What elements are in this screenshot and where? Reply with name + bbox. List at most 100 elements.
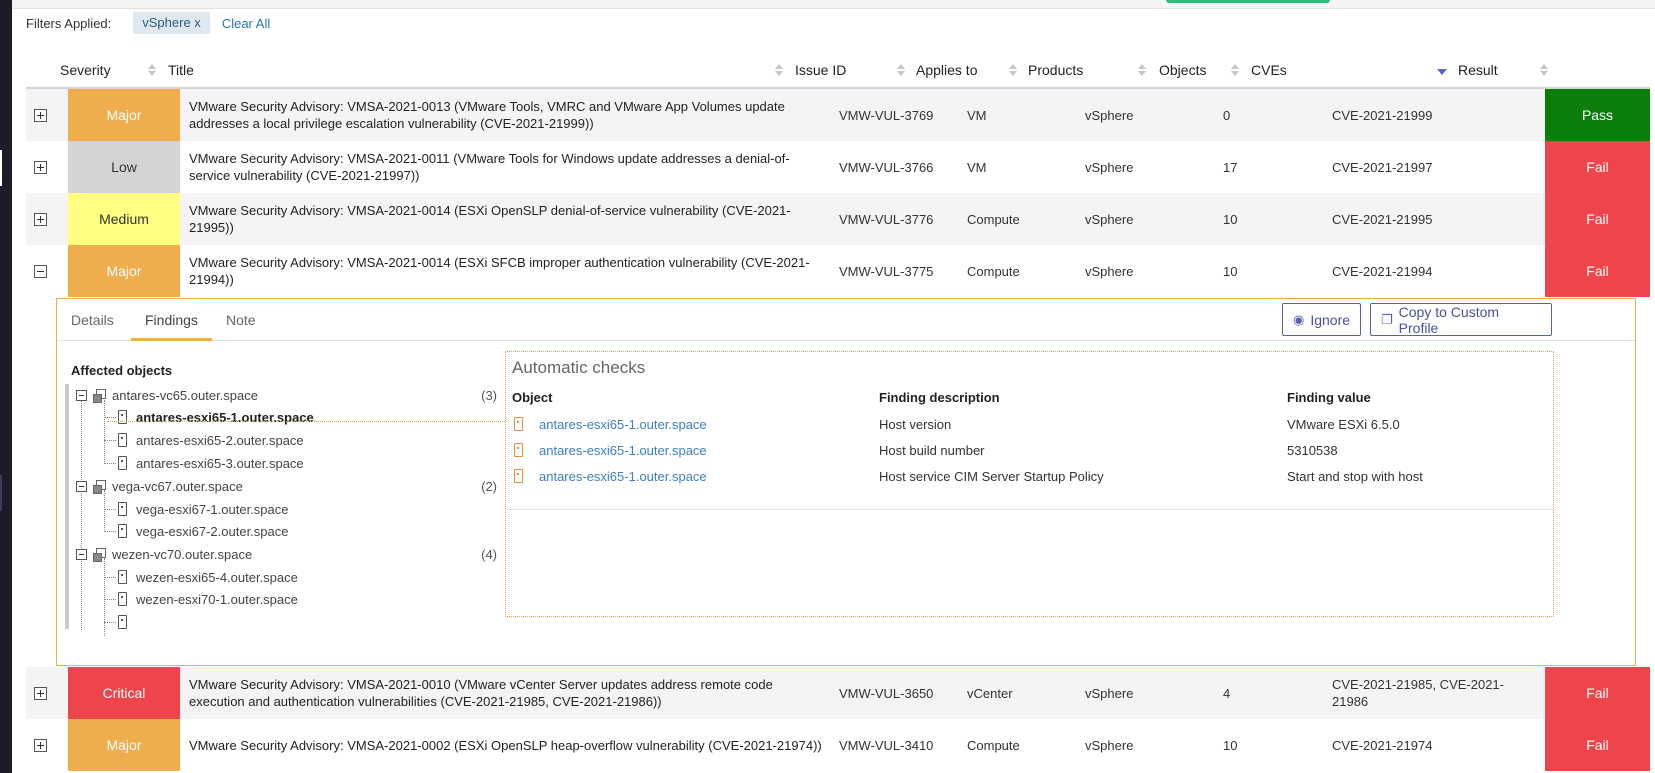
- check-object-link[interactable]: antares-esxi65-1.outer.space: [514, 443, 707, 458]
- tree-node-vcenter[interactable]: wezen-vc70.outer.space (4): [76, 543, 501, 565]
- collapse-minus-icon[interactable]: [34, 264, 47, 278]
- col-header-result[interactable]: Result: [1458, 52, 1498, 89]
- host-icon: [514, 417, 523, 431]
- col-header-applies-to[interactable]: Applies to: [916, 52, 977, 89]
- detail-tabs: Details Findings Note ◉ Ignore ❐ Copy to…: [57, 299, 1635, 341]
- tree-node-host-selected[interactable]: antares-esxi65-1.outer.space: [104, 406, 314, 428]
- tree-node-host[interactable]: vega-esxi67-2.outer.space: [104, 520, 288, 542]
- expand-plus-icon[interactable]: [34, 686, 47, 700]
- ignore-button[interactable]: ◉ Ignore: [1282, 303, 1361, 336]
- expand-toggle[interactable]: [26, 667, 55, 719]
- tree-node-label: antares-esxi65-1.outer.space: [136, 409, 314, 425]
- tree-scrollbar[interactable]: [65, 384, 69, 629]
- check-object-link[interactable]: antares-esxi65-1.outer.space: [514, 417, 707, 432]
- copy-icon: ❐: [1381, 311, 1393, 327]
- cves: CVE-2021-21995: [1332, 211, 1433, 227]
- filter-chip-vsphere[interactable]: vSphere x: [133, 12, 210, 34]
- tree-collapse-icon[interactable]: [76, 548, 87, 560]
- host-icon: [118, 433, 127, 447]
- col-header-objects[interactable]: Objects: [1159, 52, 1206, 89]
- products: vSphere: [1085, 737, 1134, 753]
- issue-id: VMW-VUL-3650: [839, 685, 934, 701]
- tab-findings[interactable]: Findings: [131, 299, 212, 341]
- table-row[interactable]: Critical VMware Security Advisory: VMSA-…: [26, 667, 1650, 719]
- objects-count: 10: [1223, 211, 1238, 227]
- expand-toggle[interactable]: [26, 719, 55, 771]
- tab-note[interactable]: Note: [226, 299, 256, 341]
- expand-toggle[interactable]: [26, 89, 55, 141]
- tree-node-host[interactable]: vega-esxi67-1.outer.space: [104, 498, 288, 520]
- sort-icon[interactable]: [1138, 64, 1146, 77]
- host-icon: [514, 443, 523, 457]
- sort-icon[interactable]: [1009, 64, 1017, 77]
- issue-title: VMware Security Advisory: VMSA-2021-0011…: [189, 151, 790, 183]
- col-header-severity[interactable]: Severity: [60, 52, 111, 89]
- objects-count: 4: [1223, 685, 1231, 701]
- col-header-title[interactable]: Title: [168, 52, 194, 89]
- applies-to: VM: [967, 159, 987, 175]
- sort-icon[interactable]: [897, 64, 905, 77]
- table-row-expanded[interactable]: Major VMware Security Advisory: VMSA-202…: [26, 245, 1650, 297]
- expand-plus-icon[interactable]: [34, 738, 47, 752]
- sort-icon[interactable]: [775, 64, 783, 77]
- left-nav-strip: [0, 0, 12, 773]
- cves: CVE-2021-21994: [1332, 263, 1433, 279]
- result-badge: Fail: [1545, 245, 1650, 297]
- host-icon: [118, 570, 127, 584]
- tree-node-label: vega-esxi67-2.outer.space: [136, 523, 289, 539]
- issues-table: Severity Title Issue ID Applies to Produ…: [26, 52, 1650, 771]
- tree-node-host[interactable]: antares-esxi65-2.outer.space: [104, 429, 304, 451]
- tree-collapse-icon[interactable]: [76, 389, 87, 401]
- sort-icon[interactable]: [148, 64, 156, 77]
- host-icon: [514, 469, 523, 483]
- expand-plus-icon[interactable]: [34, 212, 47, 226]
- table-row[interactable]: Medium VMware Security Advisory: VMSA-20…: [26, 193, 1650, 245]
- expand-plus-icon[interactable]: [34, 108, 47, 122]
- tree-node-host-clipped[interactable]: [104, 611, 136, 633]
- collapse-toggle[interactable]: [26, 245, 55, 297]
- top-action-button-edge[interactable]: [1166, 0, 1330, 3]
- check-row: antares-esxi65-1.outer.space Host build …: [506, 437, 1553, 463]
- finding-description: Host build number: [879, 442, 985, 458]
- check-object-label[interactable]: antares-esxi65-1.outer.space: [539, 469, 707, 484]
- result-badge: Fail: [1545, 193, 1650, 245]
- tree-connector: [104, 508, 116, 510]
- objects-count: 0: [1223, 107, 1231, 123]
- col-header-finding-description: Finding description: [879, 390, 1000, 405]
- check-object-label[interactable]: antares-esxi65-1.outer.space: [539, 417, 707, 432]
- tree-collapse-icon[interactable]: [76, 480, 87, 492]
- tree-node-host[interactable]: wezen-esxi65-4.outer.space: [104, 566, 298, 588]
- tree-connector: [104, 416, 116, 418]
- vcenter-icon: [93, 479, 106, 494]
- applies-to: vCenter: [967, 685, 1013, 701]
- expand-toggle[interactable]: [26, 141, 55, 193]
- table-row[interactable]: Major VMware Security Advisory: VMSA-202…: [26, 89, 1650, 141]
- check-object-link[interactable]: antares-esxi65-1.outer.space: [514, 469, 707, 484]
- check-object-label[interactable]: antares-esxi65-1.outer.space: [539, 443, 707, 458]
- clear-all-link[interactable]: Clear All: [222, 16, 270, 31]
- tab-details[interactable]: Details: [71, 299, 114, 341]
- col-header-products[interactable]: Products: [1028, 52, 1083, 89]
- products: vSphere: [1085, 107, 1134, 123]
- tree-node-vcenter[interactable]: antares-vc65.outer.space (3): [76, 384, 501, 406]
- tree-node-vcenter[interactable]: vega-vc67.outer.space (2): [76, 475, 501, 497]
- tree-node-host[interactable]: antares-esxi65-3.outer.space: [104, 452, 304, 474]
- col-header-finding-value: Finding value: [1287, 390, 1371, 405]
- severity-badge: Major: [68, 245, 180, 297]
- tree-node-host[interactable]: wezen-esxi70-1.outer.space: [104, 588, 298, 610]
- table-row[interactable]: Major VMware Security Advisory: VMSA-202…: [26, 719, 1650, 771]
- check-row: antares-esxi65-1.outer.space Host versio…: [506, 411, 1553, 437]
- expand-toggle[interactable]: [26, 193, 55, 245]
- applies-to: VM: [967, 107, 987, 123]
- expand-plus-icon[interactable]: [34, 160, 47, 174]
- copy-to-custom-profile-button[interactable]: ❐ Copy to Custom Profile: [1370, 303, 1552, 336]
- eye-slash-icon: ◉: [1293, 311, 1305, 327]
- issue-title: VMware Security Advisory: VMSA-2021-0014…: [189, 255, 810, 287]
- col-header-issue-id[interactable]: Issue ID: [795, 52, 846, 89]
- sort-desc-icon[interactable]: [1437, 69, 1447, 75]
- col-header-cves[interactable]: CVEs: [1251, 52, 1287, 89]
- sort-icon[interactable]: [1231, 64, 1239, 77]
- table-row[interactable]: Low VMware Security Advisory: VMSA-2021-…: [26, 141, 1650, 193]
- sort-icon[interactable]: [1540, 64, 1548, 77]
- tree-node-label: antares-esxi65-2.outer.space: [136, 432, 304, 448]
